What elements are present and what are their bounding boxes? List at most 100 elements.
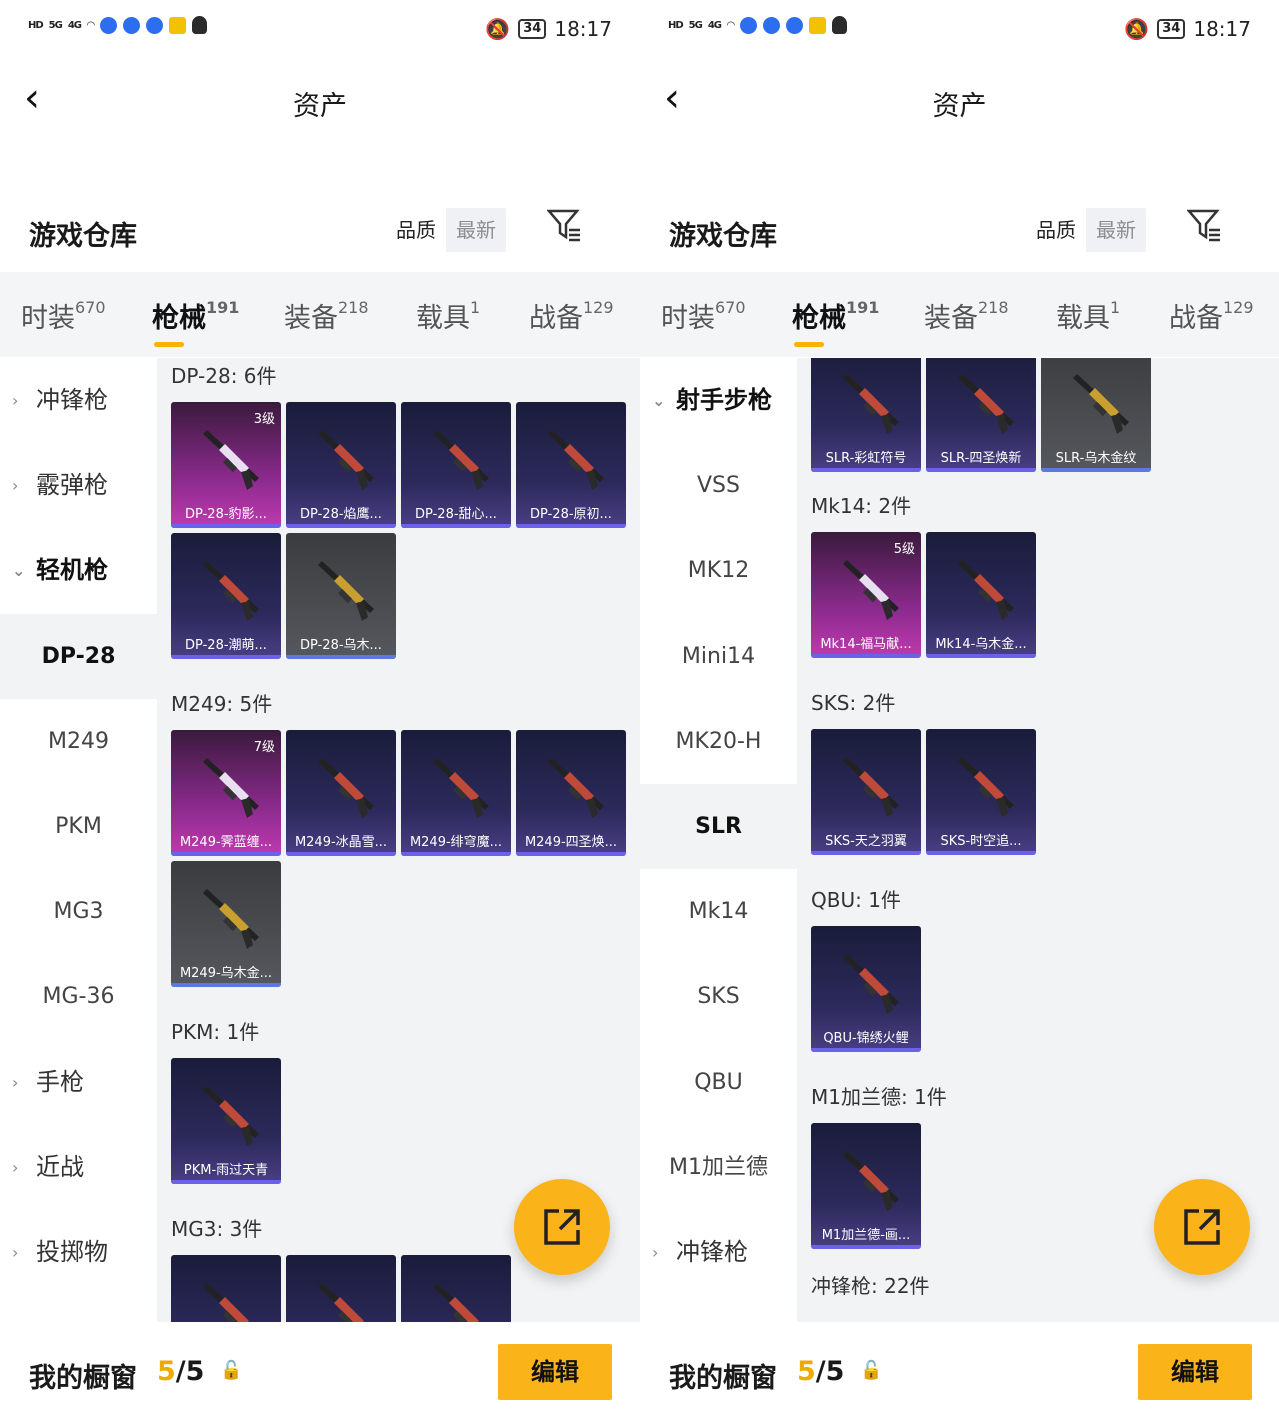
group-header: PKM: 1件 bbox=[171, 1020, 260, 1044]
weapon-skin-card[interactable]: DP-28-甜心... bbox=[401, 402, 511, 528]
skin-name: SLR-彩虹符号 bbox=[825, 451, 907, 466]
weapon-skin-card[interactable]: SKS-时空追... bbox=[926, 729, 1036, 855]
skin-name: DP-28-潮萌... bbox=[185, 638, 267, 653]
gun-skin-icon bbox=[548, 758, 604, 818]
weapon-skin-card[interactable]: SLR-彩虹符号 bbox=[811, 358, 921, 472]
sort-newest-button[interactable]: 最新 bbox=[1086, 208, 1146, 252]
weapon-grid: DP-28: 6件 3级 DP-28-豹影... DP-28-焰鹰... DP-28-甜… bbox=[157, 358, 640, 1322]
weapon-skin-card[interactable]: MG3-乌木金纹 bbox=[286, 1255, 396, 1322]
sidebar-item[interactable]: M249 bbox=[0, 699, 157, 784]
sidebar-item[interactable]: VSS bbox=[640, 443, 797, 528]
tab-equipment[interactable]: 装备218 bbox=[924, 296, 1009, 335]
weapon-skin-card[interactable]: M249-四圣焕... bbox=[516, 730, 626, 856]
share-button[interactable] bbox=[514, 1179, 610, 1275]
weapon-skin-card[interactable]: 5级 Mk14-福马献... bbox=[811, 532, 921, 658]
weapon-skin-card[interactable]: M249-乌木金... bbox=[171, 861, 281, 987]
sidebar-item[interactable]: QBU bbox=[640, 1040, 797, 1125]
group-header: M249: 5件 bbox=[171, 692, 273, 716]
signal-5g-icon: 5G bbox=[688, 19, 703, 31]
sidebar-item[interactable]: PKM bbox=[0, 784, 157, 869]
weapon-skin-card[interactable]: PKM-雨过天青 bbox=[171, 1058, 281, 1184]
sidebar-item[interactable]: ⌄ 轻机枪 bbox=[0, 528, 157, 613]
edit-button[interactable]: 编辑 bbox=[498, 1344, 612, 1400]
warehouse-title: 游戏仓库 bbox=[669, 221, 777, 252]
weapon-skin-card[interactable]: DP-28-原初... bbox=[516, 402, 626, 528]
group-header: MG3: 3件 bbox=[171, 1217, 263, 1241]
weapon-skin-card[interactable]: M1加兰德-画... bbox=[811, 1123, 921, 1249]
share-button[interactable] bbox=[1154, 1179, 1250, 1275]
gun-skin-icon bbox=[203, 889, 259, 949]
weapon-skin-card[interactable]: SLR-乌木金纹 bbox=[1041, 358, 1151, 472]
sidebar-item[interactable]: › 投掷物 bbox=[0, 1210, 157, 1295]
weapon-skin-card[interactable]: MG3-璀璨振... bbox=[401, 1255, 511, 1322]
skin-name: DP-28-甜心... bbox=[415, 507, 497, 522]
sidebar-item[interactable]: MG3 bbox=[0, 869, 157, 954]
tab-count: 218 bbox=[978, 298, 1009, 317]
weapon-skin-card[interactable]: MG3-闪耀战... bbox=[171, 1255, 281, 1322]
sidebar-item[interactable]: Mk14 bbox=[640, 869, 797, 954]
sidebar-item[interactable]: DP-28 bbox=[0, 613, 157, 699]
sidebar-item-label: DP-28 bbox=[41, 643, 116, 669]
weapon-sidebar: ⌄ 射手步枪 VSS MK12 Mini14 MK20-H SLR Mk14 SKS QBU M1加… bbox=[640, 358, 797, 1322]
sidebar-item[interactable]: Mini14 bbox=[640, 614, 797, 699]
sidebar-item[interactable]: › 手枪 bbox=[0, 1040, 157, 1125]
sidebar-item[interactable]: SKS bbox=[640, 954, 797, 1039]
card-accent-bar bbox=[401, 524, 511, 528]
sidebar-item[interactable]: › 冲锋枪 bbox=[640, 1210, 797, 1295]
qq-icon bbox=[191, 16, 207, 34]
sort-quality-button[interactable]: 品质 bbox=[386, 208, 446, 252]
weapon-skin-card[interactable]: DP-28-焰鹰... bbox=[286, 402, 396, 528]
sidebar-item[interactable]: › 霰弹枪 bbox=[0, 443, 157, 528]
sidebar-item-label: MG3 bbox=[53, 899, 104, 925]
skin-name: SKS-时空追... bbox=[940, 834, 1022, 849]
sidebar-item-label: SLR bbox=[695, 814, 742, 839]
weapon-skin-card[interactable]: QBU-锦绣火鲤 bbox=[811, 926, 921, 1052]
sidebar-item-label: 冲锋枪 bbox=[36, 386, 108, 414]
tab-guns[interactable]: 枪械191 bbox=[152, 296, 239, 347]
sidebar-item[interactable]: › 冲锋枪 bbox=[0, 358, 157, 443]
filter-icon[interactable] bbox=[1186, 208, 1221, 250]
weapon-skin-card[interactable]: Mk14-乌木金... bbox=[926, 532, 1036, 658]
sidebar-item[interactable]: ⌄ 射手步枪 bbox=[640, 358, 797, 443]
sort-newest-button[interactable]: 最新 bbox=[446, 208, 506, 252]
tab-supplies[interactable]: 战备129 bbox=[1169, 296, 1254, 335]
signal-4g-icon: 4G bbox=[707, 19, 722, 31]
tab-supplies[interactable]: 战备129 bbox=[529, 296, 614, 335]
sidebar-item[interactable]: MK12 bbox=[640, 528, 797, 613]
gun-skin-icon bbox=[203, 1283, 250, 1322]
tab-vehicles[interactable]: 载具1 bbox=[416, 296, 480, 335]
tab-guns[interactable]: 枪械191 bbox=[792, 296, 879, 347]
tab-fashion[interactable]: 时装670 bbox=[21, 296, 106, 335]
weapon-skin-card[interactable]: SLR-四圣焕新 bbox=[926, 358, 1036, 472]
app-notify-icon bbox=[168, 16, 186, 34]
sort-quality-button[interactable]: 品质 bbox=[1026, 208, 1086, 252]
weapon-skin-card[interactable]: DP-28-乌木... bbox=[286, 533, 396, 659]
tab-equipment[interactable]: 装备218 bbox=[284, 296, 369, 335]
group-header: DP-28: 6件 bbox=[171, 364, 277, 388]
weapon-skin-card[interactable]: 3级 DP-28-豹影... bbox=[171, 402, 281, 528]
chevron-right-icon: › bbox=[12, 1243, 19, 1262]
skin-name: SKS-天之羽翼 bbox=[825, 834, 907, 849]
weapon-skin-card[interactable]: DP-28-潮萌... bbox=[171, 533, 281, 659]
sidebar-item[interactable]: MK20-H bbox=[640, 699, 797, 784]
sort-toggle: 品质 最新 bbox=[386, 208, 506, 252]
status-left: HD 5G 4G ◠ bbox=[668, 16, 847, 34]
active-tab-indicator bbox=[154, 342, 184, 347]
sidebar-item[interactable]: SLR bbox=[640, 784, 797, 869]
sidebar-item[interactable]: M1加兰德 bbox=[640, 1125, 797, 1210]
weapon-skin-card[interactable]: 7级 M249-霁蓝缠... bbox=[171, 730, 281, 856]
tab-vehicles[interactable]: 载具1 bbox=[1056, 296, 1120, 335]
sidebar-item-label: 近战 bbox=[36, 1152, 84, 1181]
showcase-count-current: 5 bbox=[157, 1356, 176, 1387]
weapon-skin-card[interactable]: SKS-天之羽翼 bbox=[811, 729, 921, 855]
app-notify-icon bbox=[762, 16, 780, 34]
tab-fashion[interactable]: 时装670 bbox=[661, 296, 746, 335]
sidebar-item[interactable]: › 近战 bbox=[0, 1125, 157, 1210]
filter-icon[interactable] bbox=[546, 208, 581, 250]
edit-button[interactable]: 编辑 bbox=[1138, 1344, 1252, 1400]
weapon-skin-card[interactable]: M249-冰晶雪... bbox=[286, 730, 396, 856]
sidebar-item[interactable]: MG-36 bbox=[0, 954, 157, 1039]
sort-toggle: 品质 最新 bbox=[1026, 208, 1146, 252]
weapon-skin-card[interactable]: M249-绯穹魔... bbox=[401, 730, 511, 856]
card-accent-bar bbox=[171, 1180, 281, 1184]
